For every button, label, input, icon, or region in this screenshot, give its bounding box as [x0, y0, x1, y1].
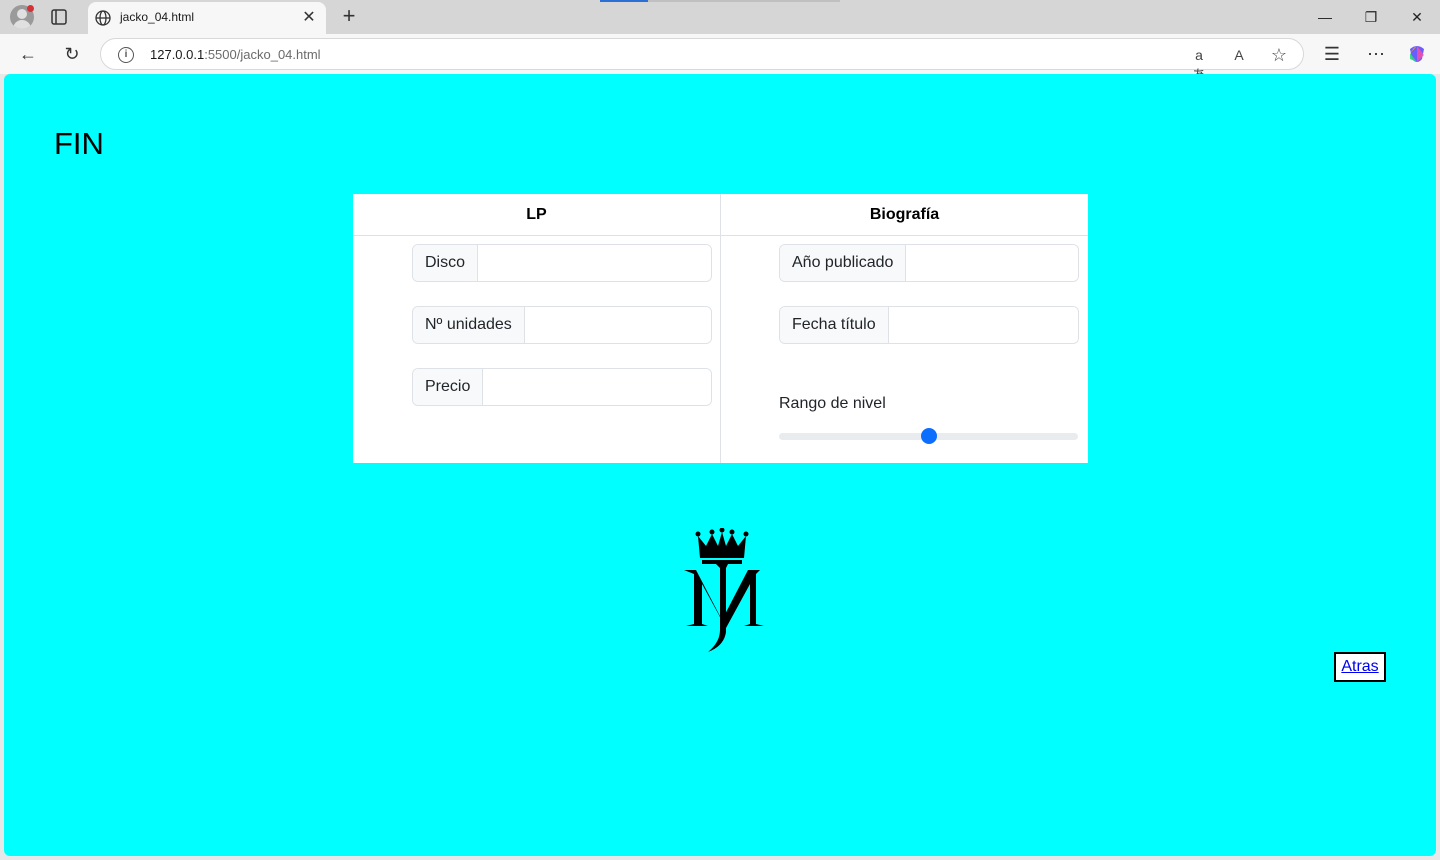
info-icon[interactable]: i	[118, 47, 134, 63]
disco-label: Disco	[413, 245, 479, 281]
tab-title: jacko_04.html	[120, 10, 195, 24]
page-viewport: FIN LP Biografía Disco Nº unidades Preci…	[4, 74, 1436, 856]
unidades-input[interactable]	[524, 307, 711, 343]
star-icon[interactable]: ☆	[1269, 45, 1289, 65]
mj-logo	[684, 528, 764, 652]
back-arrow-icon[interactable]: ←	[17, 43, 39, 65]
column-divider	[720, 194, 721, 463]
translate-icon[interactable]: aあ	[1189, 45, 1209, 83]
close-icon[interactable]: ✕	[300, 9, 318, 27]
loading-indicator	[600, 0, 840, 2]
copilot-icon[interactable]	[1406, 43, 1428, 65]
column-header-biografia: Biografía	[721, 194, 1088, 236]
url-text: 127.0.0.1:5500/jacko_04.html	[150, 47, 321, 62]
window-close-icon[interactable]: ✕	[1402, 5, 1432, 29]
anio-field: Año publicado	[779, 244, 1079, 282]
globe-icon	[95, 10, 111, 26]
anio-label: Año publicado	[780, 245, 907, 281]
plus-icon[interactable]: +	[338, 4, 360, 28]
fecha-field: Fecha título	[779, 306, 1079, 344]
range-label: Rango de nivel	[779, 395, 886, 412]
anio-input[interactable]	[906, 245, 1078, 281]
atras-link[interactable]: Atras	[1334, 652, 1386, 682]
minimize-icon[interactable]: —	[1310, 5, 1340, 29]
column-header-lp: LP	[353, 194, 720, 236]
restore-icon[interactable]: ❐	[1356, 5, 1386, 29]
range-thumb[interactable]	[920, 428, 937, 444]
unidades-label: Nº unidades	[413, 307, 525, 343]
browser-tab[interactable]: jacko_04.html ✕	[88, 2, 326, 34]
notification-dot	[27, 5, 34, 12]
reload-icon[interactable]: ↻	[61, 43, 83, 65]
address-bar[interactable]: i 127.0.0.1:5500/jacko_04.html aあ A ☆	[100, 38, 1304, 83]
more-icon[interactable]: ⋯	[1365, 43, 1387, 65]
fecha-input[interactable]	[888, 307, 1078, 343]
tab-strip: jacko_04.html ✕ + — ❐ ✕	[0, 0, 1440, 34]
disco-input[interactable]	[478, 245, 711, 281]
precio-label: Precio	[413, 369, 484, 405]
precio-field: Precio	[412, 368, 712, 406]
page-title: FIN	[54, 126, 104, 161]
unidades-field: Nº unidades	[412, 306, 712, 344]
tab-actions-icon[interactable]	[50, 8, 68, 26]
read-aloud-icon[interactable]: A	[1229, 45, 1249, 65]
fecha-label: Fecha título	[780, 307, 889, 343]
precio-input[interactable]	[483, 369, 711, 405]
data-table: LP Biografía Disco Nº unidades Precio Añ…	[353, 194, 1088, 463]
disco-field: Disco	[412, 244, 712, 282]
browser-toolbar: ← ↻ i 127.0.0.1:5500/jacko_04.html aあ A …	[0, 34, 1440, 83]
favorites-icon[interactable]: ☰	[1321, 43, 1343, 65]
range-slider[interactable]	[779, 428, 1078, 444]
